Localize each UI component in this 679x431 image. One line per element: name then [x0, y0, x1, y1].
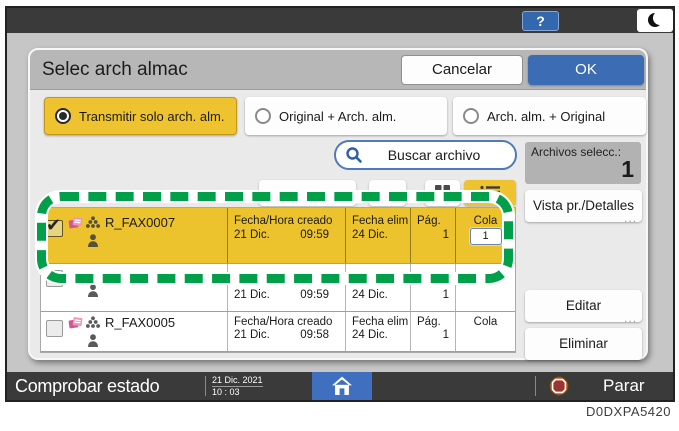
- stop-label: Parar: [603, 376, 645, 395]
- sender-person-icon: [88, 234, 98, 247]
- col-header-queue: Cola: [473, 215, 498, 227]
- search-label: Buscar archivo: [387, 147, 481, 163]
- file-row-r-fax0005[interactable]: R_FAX0005 Fecha/Hora creado 21 Dic. 09:58…: [41, 312, 515, 352]
- group-destination-icon: [86, 216, 100, 228]
- ok-button[interactable]: OK: [528, 55, 644, 85]
- group-destination-icon: [86, 316, 100, 328]
- option-stored-plus-original[interactable]: Arch. alm. + Original: [453, 97, 646, 135]
- col-header-delete: Fecha elim: [352, 215, 409, 227]
- fax-document-icon: [68, 216, 83, 228]
- sender-person-icon: [88, 284, 98, 297]
- pages-value: 1: [442, 329, 449, 341]
- cancel-button[interactable]: Cancelar: [401, 55, 523, 85]
- radio-selected-icon: [55, 108, 71, 124]
- option-transmit-stored-only[interactable]: Transmitir solo arch. alm.: [44, 97, 237, 135]
- file-row-hidden[interactable]: 21 Dic. 09:59 24 Dic. 1: [41, 264, 515, 312]
- file-checkbox[interactable]: [46, 270, 63, 287]
- top-system-bar: ?: [7, 8, 673, 33]
- pages-value: 1: [442, 229, 449, 241]
- selected-files-count: 1: [621, 156, 634, 182]
- divider: [205, 376, 206, 396]
- list-view-icon: [480, 185, 500, 199]
- radio-icon: [255, 108, 271, 124]
- delete-date: 24 Dic.: [352, 289, 388, 301]
- option-label: Arch. alm. + Original: [487, 108, 606, 124]
- search-file-button[interactable]: Buscar archivo: [334, 140, 517, 170]
- sender-person-icon: [88, 334, 98, 347]
- select-stored-file-dialog: Selec arch almac Cancelar OK Transmitir …: [28, 48, 648, 360]
- datetime-display: 21 Dic. 2021 10 : 03: [212, 375, 263, 397]
- list-view-button[interactable]: [464, 180, 516, 206]
- moon-icon: [648, 11, 667, 27]
- col-header-pages: Pág.: [417, 215, 441, 227]
- created-date: 21 Dic.: [234, 329, 270, 341]
- edit-button[interactable]: Editar ...: [525, 290, 642, 325]
- home-icon: [332, 376, 352, 395]
- delete-date: 24 Dic.: [352, 329, 388, 341]
- check-status-button[interactable]: Comprobar estado: [15, 372, 160, 400]
- help-icon: ?: [536, 13, 545, 29]
- file-row-r-fax0007[interactable]: R_FAX0007 Fecha/Hora creado 21 Dic. 09:59…: [41, 208, 515, 264]
- created-time: 09:59: [300, 289, 329, 301]
- col-header-created: Fecha/Hora creado: [234, 215, 333, 227]
- search-icon: [346, 147, 362, 163]
- radio-icon: [463, 108, 479, 124]
- bottom-status-bar: Comprobar estado 21 Dic. 2021 10 : 03 Pa…: [7, 372, 673, 400]
- figure-code: D0DXPA5420: [586, 404, 671, 419]
- selected-files-counter: Archivos selecc.: 1: [525, 142, 641, 184]
- grid-view-icon: [435, 185, 450, 198]
- file-checkbox[interactable]: [46, 320, 63, 337]
- thumbnail-view-button[interactable]: [425, 180, 460, 206]
- preview-details-button[interactable]: Vista pr./Detalles ...: [525, 190, 642, 225]
- more-dots: ...: [623, 311, 637, 325]
- created-date: 21 Dic.: [234, 229, 270, 241]
- file-name: R_FAX0005: [105, 315, 176, 330]
- more-dots: ...: [623, 211, 637, 225]
- sort-dropdown[interactable]: [259, 180, 356, 206]
- device-screen: ? Selec arch almac Cancelar OK Transmiti…: [7, 8, 673, 400]
- option-original-plus-stored[interactable]: Original + Arch. alm.: [245, 97, 447, 135]
- option-label: Transmitir solo arch. alm.: [79, 108, 225, 124]
- stop-icon: [549, 376, 569, 396]
- sort-order-button[interactable]: [369, 180, 406, 206]
- queue-count-input[interactable]: 1: [469, 228, 502, 245]
- energy-saver-button[interactable]: [637, 9, 673, 32]
- dialog-header: Selec arch almac Cancelar OK: [30, 50, 646, 90]
- created-date: 21 Dic.: [234, 289, 270, 301]
- home-button[interactable]: [312, 372, 372, 400]
- help-button[interactable]: ?: [522, 11, 559, 31]
- col-header-pages: Pág.: [417, 316, 441, 328]
- col-header-created: Fecha/Hora creado: [234, 316, 333, 328]
- created-time: 09:59: [300, 229, 329, 241]
- file-checkbox[interactable]: [46, 215, 63, 237]
- pages-value: 1: [442, 289, 449, 301]
- date-text: 21 Dic. 2021: [212, 375, 263, 387]
- divider: [535, 376, 536, 396]
- stop-button[interactable]: Parar: [547, 372, 673, 400]
- option-label: Original + Arch. alm.: [279, 108, 397, 124]
- stored-files-list: R_FAX0007 Fecha/Hora creado 21 Dic. 09:59…: [40, 207, 516, 353]
- fax-document-icon: [68, 316, 83, 328]
- time-text: 10 : 03: [212, 387, 240, 397]
- delete-button[interactable]: Eliminar: [525, 328, 642, 360]
- col-header-queue: Cola: [473, 316, 498, 328]
- created-time: 09:58: [300, 329, 329, 341]
- delete-date: 24 Dic.: [352, 229, 388, 241]
- dialog-title: Selec arch almac: [42, 59, 188, 80]
- file-name: R_FAX0007: [105, 215, 176, 230]
- col-header-delete: Fecha elim: [352, 316, 409, 328]
- selected-files-label: Archivos selecc.:: [531, 145, 622, 159]
